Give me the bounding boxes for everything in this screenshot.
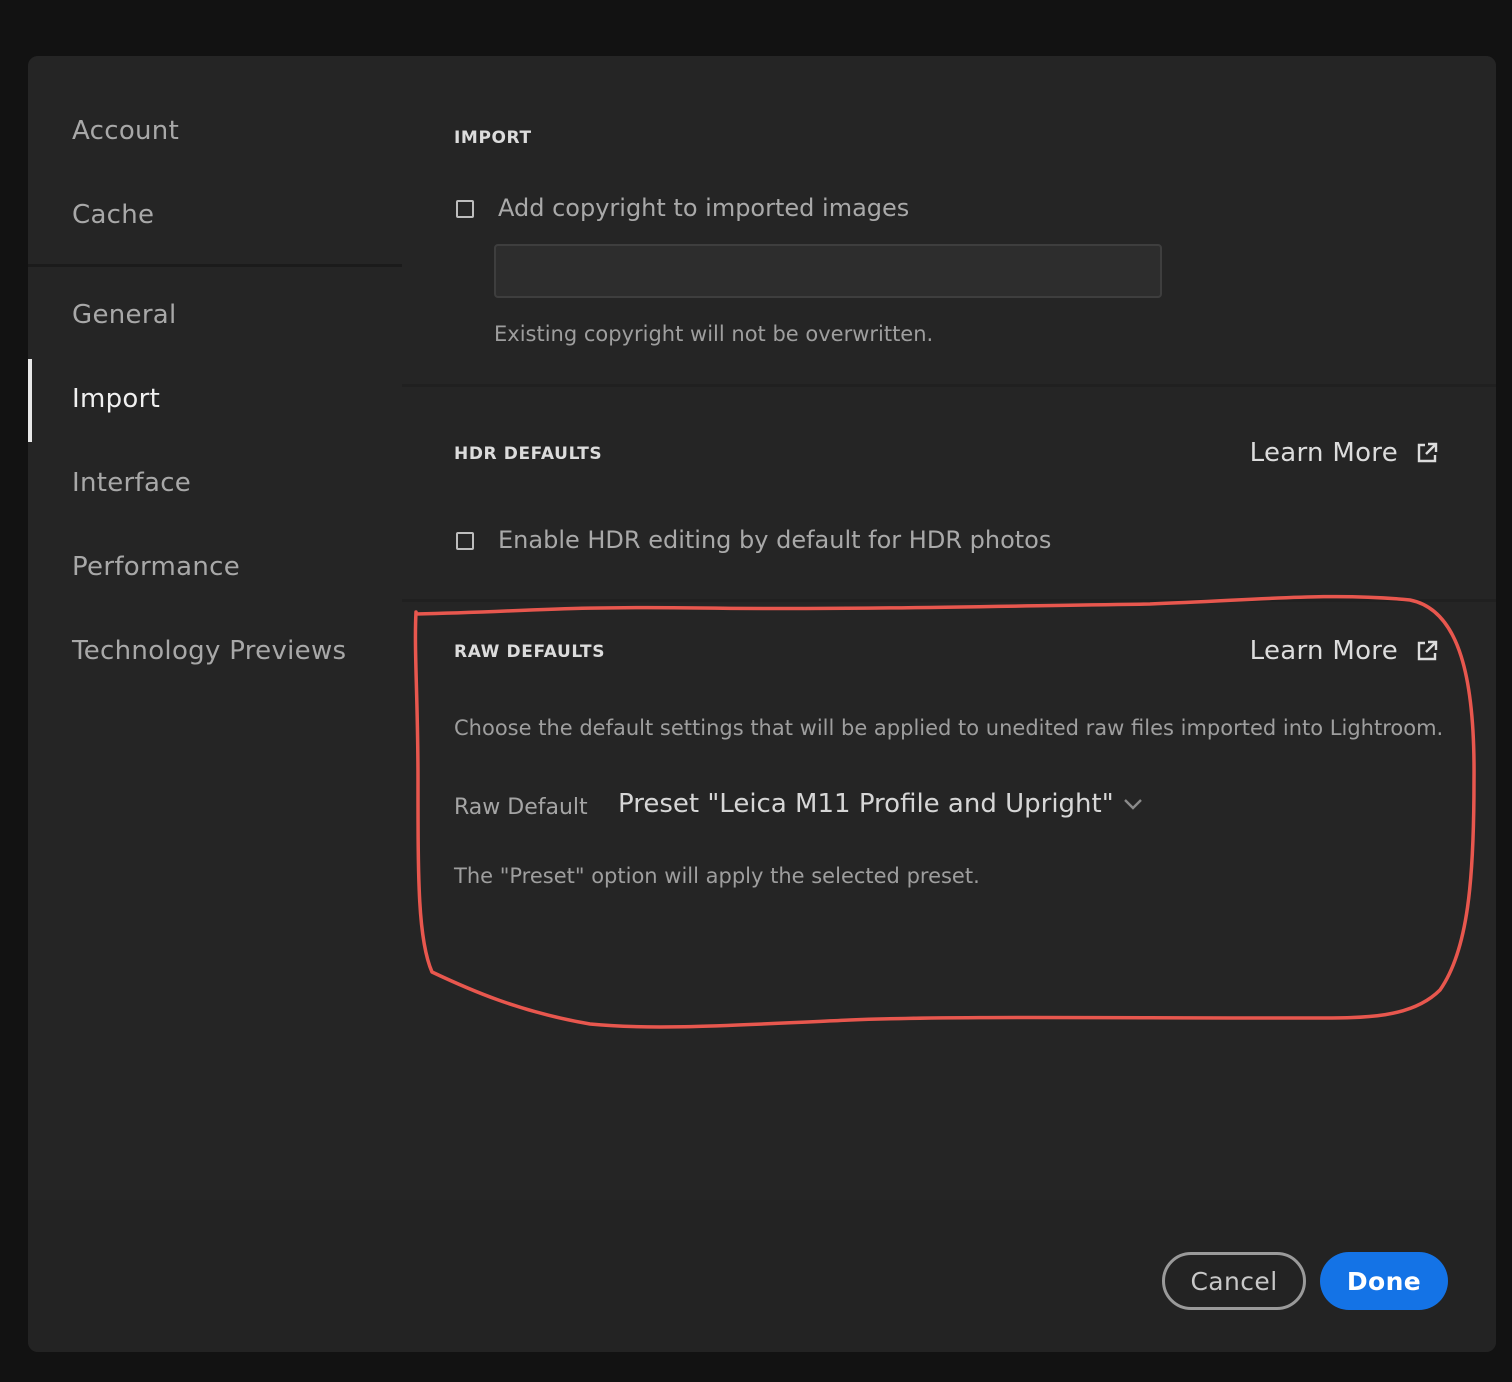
raw-default-dropdown[interactable]: Preset "Leica M11 Profile and Upright" [618, 789, 1144, 819]
done-button[interactable]: Done [1320, 1252, 1448, 1310]
external-link-icon [1417, 442, 1438, 463]
cancel-button[interactable]: Cancel [1162, 1252, 1306, 1310]
copyright-checkbox-label[interactable]: Add copyright to imported images [498, 194, 909, 222]
preferences-dialog: Account Cache General Import Interface P… [28, 56, 1496, 1352]
raw-section-title: RAW DEFAULTS [454, 642, 606, 662]
copyright-checkbox[interactable] [456, 200, 474, 218]
raw-default-value: Preset "Leica M11 Profile and Upright" [618, 789, 1114, 819]
raw-learn-more-label: Learn More [1249, 636, 1398, 666]
sidebar-item-general[interactable]: General [72, 300, 177, 330]
sidebar-item-cache[interactable]: Cache [72, 200, 154, 230]
preferences-content: IMPORT Add copyright to imported images … [402, 56, 1496, 1200]
hdr-learn-more-link[interactable]: Learn More [1250, 438, 1438, 468]
sidebar-item-interface[interactable]: Interface [72, 468, 191, 498]
raw-description: Choose the default settings that will be… [454, 716, 1444, 740]
raw-default-label: Raw Default [454, 795, 588, 820]
preferences-sidebar: Account Cache General Import Interface P… [28, 56, 402, 1200]
external-link-icon [1417, 640, 1438, 661]
hdr-section-title: HDR DEFAULTS [454, 444, 603, 464]
sidebar-item-technology-previews[interactable]: Technology Previews [72, 636, 346, 666]
sidebar-divider [28, 264, 402, 267]
hdr-section: HDR DEFAULTS Learn More Enable HDR editi… [402, 387, 1496, 599]
raw-learn-more-link[interactable]: Learn More [1250, 636, 1438, 666]
copyright-input[interactable] [494, 244, 1162, 298]
sidebar-active-indicator [28, 359, 32, 442]
sidebar-item-import[interactable]: Import [72, 384, 160, 414]
dialog-footer: Cancel Done [28, 1200, 1496, 1352]
preset-note: The "Preset" option will apply the selec… [454, 864, 980, 888]
hdr-learn-more-label: Learn More [1249, 438, 1398, 468]
sidebar-item-performance[interactable]: Performance [72, 552, 240, 582]
hdr-checkbox-label[interactable]: Enable HDR editing by default for HDR ph… [498, 526, 1051, 554]
sidebar-item-account[interactable]: Account [72, 116, 179, 146]
copyright-help-text: Existing copyright will not be overwritt… [494, 322, 934, 346]
chevron-down-icon [1123, 799, 1142, 810]
import-section-title: IMPORT [454, 128, 532, 148]
import-section: IMPORT Add copyright to imported images … [402, 56, 1496, 384]
hdr-checkbox[interactable] [456, 532, 474, 550]
raw-defaults-section: RAW DEFAULTS Learn More Choose the defau… [402, 602, 1496, 1200]
